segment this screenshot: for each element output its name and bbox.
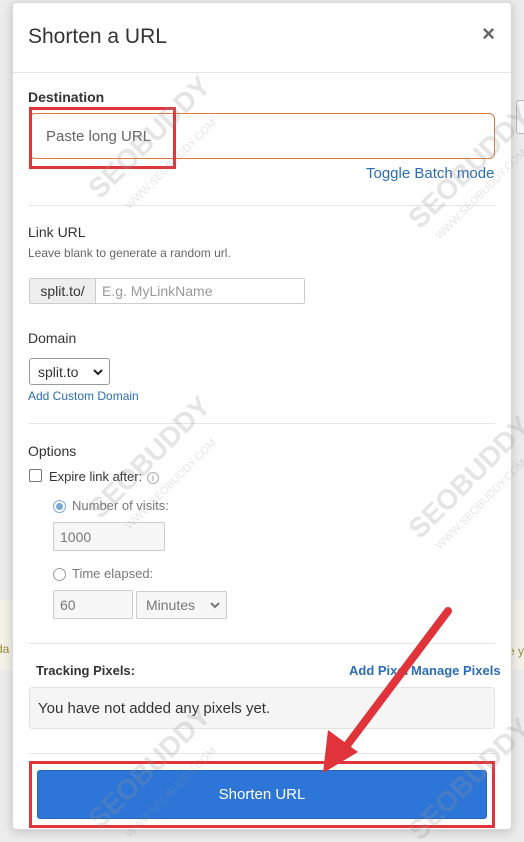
modal-title: Shorten a URL [28,25,167,48]
divider [29,423,495,424]
domain-select[interactable]: split.to [29,358,110,385]
manage-pixels-link[interactable]: Manage Pixels [411,663,501,678]
background-control-edge [516,100,524,134]
visits-input[interactable]: 1000 [53,522,165,551]
add-pixel-link[interactable]: Add Pixel [349,663,408,678]
modal-header: Shorten a URL × [13,3,511,73]
chevron-down-icon [93,369,103,376]
background-text-left: da [0,642,10,656]
domain-selected-value: split.to [38,363,79,380]
options-label: Options [28,443,77,459]
visits-label: Number of visits: [72,498,169,513]
close-icon[interactable]: × [482,23,495,45]
expire-link-label: Expire link after: [49,469,143,484]
pixels-empty-state: You have not added any pixels yet. [29,687,495,729]
visits-radio[interactable] [53,500,66,513]
time-elapsed-radio[interactable] [53,568,66,581]
divider [29,643,495,644]
expire-link-checkbox[interactable] [29,469,42,482]
divider [29,753,495,754]
domain-label: Domain [28,330,77,346]
time-unit-value: Minutes [146,597,196,613]
link-url-help: Leave blank to generate a random url. [28,246,231,260]
info-icon: i [147,472,159,484]
time-unit-select[interactable]: Minutes [136,591,227,619]
destination-label: Destination [28,89,105,105]
shorten-url-button[interactable]: Shorten URL [37,770,487,819]
destination-input[interactable] [29,113,495,159]
shorten-url-modal: Shorten a URL × Destination Toggle Batch… [12,2,512,830]
link-url-label: Link URL [28,224,86,240]
pixels-empty-text: You have not added any pixels yet. [38,699,271,717]
time-value-input[interactable]: 60 [53,590,133,619]
add-custom-domain-link[interactable]: Add Custom Domain [28,389,139,403]
tracking-pixels-label: Tracking Pixels: [36,663,135,678]
link-url-group: split.to/ [29,278,305,304]
time-elapsed-label: Time elapsed: [72,566,154,581]
toggle-batch-mode-link[interactable]: Toggle Batch mode [366,165,494,182]
link-slug-input[interactable] [95,278,305,304]
link-url-prefix: split.to/ [29,278,95,304]
divider [29,205,495,206]
chevron-down-icon [210,602,220,609]
